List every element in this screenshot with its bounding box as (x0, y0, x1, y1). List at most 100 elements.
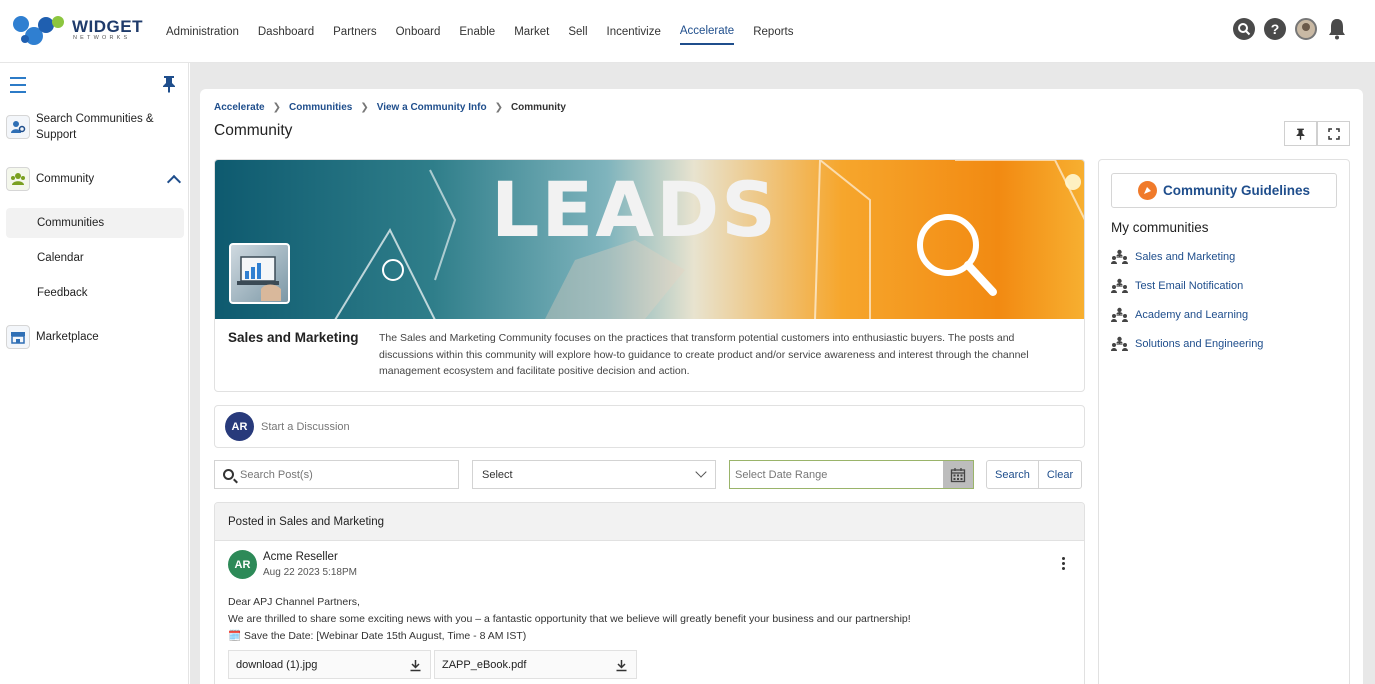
filter-select[interactable]: Select (472, 460, 716, 489)
sidebar-subitem-feedback[interactable]: Feedback (6, 278, 184, 308)
search-posts-placeholder: Search Post(s) (240, 468, 313, 481)
date-range-input[interactable]: Select Date Range (729, 460, 974, 489)
community-icon (6, 167, 30, 191)
community-guidelines-button[interactable]: Community Guidelines (1111, 173, 1337, 208)
bell-icon[interactable] (1327, 18, 1347, 40)
nav-item-sell[interactable]: Sell (568, 20, 587, 44)
attachment-item[interactable]: download (1).jpg (228, 650, 431, 679)
calendar-button[interactable] (943, 461, 973, 488)
my-community-item[interactable]: Sales and Marketing (1111, 249, 1235, 264)
sidebar-subitem-communities[interactable]: Communities (6, 208, 184, 238)
clear-button[interactable]: Clear (1037, 461, 1081, 488)
nav-item-incentivize[interactable]: Incentivize (607, 20, 661, 44)
start-discussion-input[interactable]: Start a Discussion (261, 421, 350, 433)
community-name: Sales and Marketing (228, 330, 359, 345)
sidebar-subitem-calendar[interactable]: Calendar (6, 243, 184, 273)
my-community-label: Test Email Notification (1135, 279, 1244, 292)
avatar: AR (225, 412, 254, 441)
marketplace-icon (6, 325, 30, 349)
avatar: AR (228, 550, 257, 579)
community-banner-card: LEADS Sales and Marketing The Sales and … (214, 159, 1085, 392)
nav-item-onboard[interactable]: Onboard (396, 20, 441, 44)
download-icon[interactable] (409, 659, 422, 672)
brand-tagline: NETWORKS (73, 35, 131, 41)
sidebar-item-search-communities[interactable]: Search Communities & Support (0, 111, 189, 143)
sidebar-item-label: Search Communities & Support (36, 113, 154, 141)
start-discussion-bar[interactable]: AR Start a Discussion (214, 405, 1085, 448)
my-community-label: Solutions and Engineering (1135, 337, 1264, 350)
my-community-label: Sales and Marketing (1135, 250, 1236, 263)
chevron-right-icon: ❯ (272, 102, 281, 113)
banner-word: LEADS (491, 165, 778, 254)
community-thumbnail (229, 243, 290, 304)
attachment-name: download (1).jpg (236, 658, 318, 671)
date-range-placeholder: Select Date Range (735, 468, 828, 481)
top-icons: ? (1224, 18, 1347, 40)
search-icon[interactable] (1233, 18, 1255, 40)
pin-icon (1296, 128, 1305, 140)
breadcrumb: Accelerate ❯ Communities ❯ View a Commun… (214, 102, 566, 113)
sidebar-item-community[interactable]: Community (0, 167, 189, 191)
brand-name: WIDGET (72, 17, 143, 36)
guidelines-icon (1137, 181, 1157, 200)
search-posts-input[interactable]: Search Post(s) (214, 460, 459, 489)
post-line: 🗓️ Save the Date: [Webinar Date 15th Aug… (228, 630, 527, 642)
filter-select-value: Select (482, 468, 513, 481)
breadcrumb-communities[interactable]: Communities (289, 102, 352, 113)
pin-button[interactable] (1284, 121, 1317, 146)
search-button[interactable]: Search (987, 461, 1038, 488)
nav-item-reports[interactable]: Reports (753, 20, 793, 44)
post-line: We are thrilled to share some exciting n… (228, 613, 911, 625)
nav-item-accelerate[interactable]: Accelerate (679, 19, 735, 45)
sidebar: Search Communities & Support Community C… (0, 63, 189, 684)
user-avatar[interactable] (1295, 18, 1317, 40)
fullscreen-button[interactable] (1317, 121, 1350, 146)
nav-item-dashboard[interactable]: Dashboard (258, 20, 314, 44)
post-author-row: AR Acme Reseller Aug 22 2023 5:18PM (228, 550, 357, 579)
community-group-icon (1111, 278, 1128, 293)
nav-item-market[interactable]: Market (514, 20, 549, 44)
chevron-up-icon[interactable] (166, 174, 182, 190)
view-tools (1284, 121, 1350, 146)
chevron-down-icon (695, 466, 707, 478)
logo-mark-icon (13, 16, 64, 45)
post-body: Dear APJ Channel Partners, We are thrill… (228, 594, 911, 645)
breadcrumb-current: Community (510, 102, 566, 113)
breadcrumb-view-community-info[interactable]: View a Community Info (377, 102, 487, 113)
right-panel: Community Guidelines My communities Sale… (1098, 159, 1350, 684)
nav-item-administration[interactable]: Administration (166, 20, 239, 44)
my-community-item[interactable]: Academy and Learning (1111, 307, 1248, 322)
widget-logo[interactable]: WIDGET NETWORKS (12, 14, 143, 48)
help-icon[interactable]: ? (1264, 18, 1286, 40)
people-search-icon (6, 115, 30, 139)
community-banner-image: LEADS (215, 160, 1084, 319)
posts-panel: Posted in Sales and Marketing AR Acme Re… (214, 502, 1085, 684)
hamburger-icon[interactable] (10, 77, 26, 98)
attachment-item[interactable]: ZAPP_eBook.pdf (434, 650, 637, 679)
calendar-icon (950, 467, 966, 482)
main-nav: Administration Dashboard Partners Onboar… (166, 0, 813, 63)
nav-item-partners[interactable]: Partners (333, 20, 376, 44)
post-date: Aug 22 2023 5:18PM (263, 567, 357, 578)
my-community-item[interactable]: Solutions and Engineering (1111, 336, 1263, 351)
download-icon[interactable] (615, 659, 628, 672)
sidebar-item-label: Marketplace (36, 331, 99, 343)
search-icon (223, 469, 234, 480)
page-title: Community (214, 122, 293, 139)
community-description: The Sales and Marketing Community focuse… (379, 332, 1029, 377)
breadcrumb-accelerate[interactable]: Accelerate (214, 102, 265, 113)
pin-icon[interactable] (162, 75, 176, 98)
sidebar-item-marketplace[interactable]: Marketplace (0, 325, 189, 349)
my-communities-title: My communities (1111, 220, 1209, 235)
expand-icon (1327, 127, 1340, 140)
community-group-icon (1111, 336, 1128, 351)
nav-item-enable[interactable]: Enable (459, 20, 495, 44)
community-group-icon (1111, 307, 1128, 322)
my-community-item[interactable]: Test Email Notification (1111, 278, 1243, 293)
filter-buttons: Search Clear (986, 460, 1083, 489)
post-author[interactable]: Acme Reseller (263, 551, 357, 563)
chevron-right-icon: ❯ (494, 102, 503, 113)
post-line: Dear APJ Channel Partners, (228, 596, 360, 608)
sidebar-item-label: Community (36, 173, 95, 185)
more-options-icon[interactable] (1062, 557, 1066, 572)
